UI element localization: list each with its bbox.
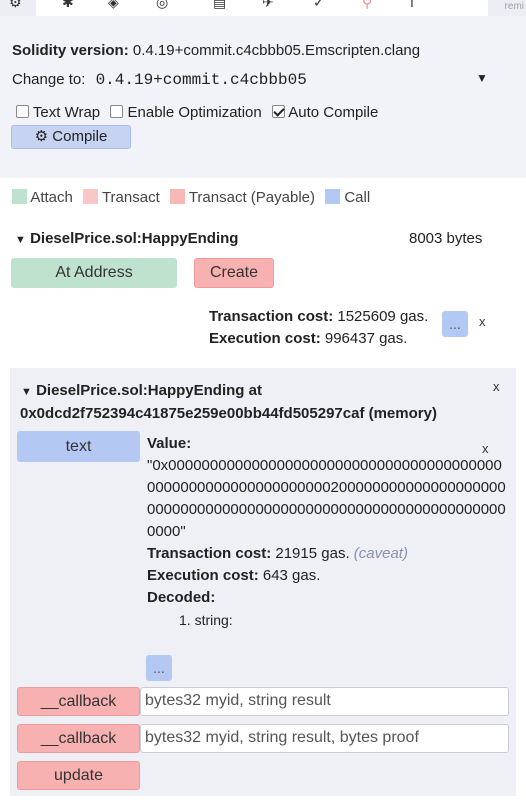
change-to-label: Change to: bbox=[12, 71, 86, 88]
check-tab-icon[interactable]: ✓ bbox=[313, 0, 325, 11]
compile-options-row: Text Wrap Enable Optimization Auto Compi… bbox=[16, 104, 378, 121]
contract-size: 8003 bytes bbox=[409, 230, 483, 247]
value-label: Value: bbox=[147, 435, 192, 452]
solidity-version-value: 0.4.19+commit.c4cbbb05.Emscripten.clang bbox=[132, 42, 421, 59]
contract-name: DieselPrice.sol:HappyEnding bbox=[30, 230, 239, 247]
dropdown-arrow-icon: ▼ bbox=[476, 71, 488, 85]
call-legend: Call bbox=[344, 189, 371, 206]
version-select[interactable]: Change to: 0.4.19+commit.c4cbbb05 ▼ bbox=[12, 71, 492, 93]
caveat-link[interactable]: (caveat) bbox=[354, 545, 408, 562]
transact-legend: Transact bbox=[101, 189, 160, 206]
tx-cost-label: Transaction cost: bbox=[147, 545, 272, 562]
search-tab-icon[interactable]: ⚲ bbox=[362, 0, 372, 11]
cube-tab-icon[interactable]: ◈ bbox=[108, 0, 119, 11]
exec-cost-value: 643 gas. bbox=[262, 567, 321, 584]
compile-button-label: Compile bbox=[52, 128, 108, 145]
auto-compile-label: Auto Compile bbox=[288, 104, 379, 121]
deploy-cost-info: Transaction cost: 1525609 gas. Execution… bbox=[209, 306, 428, 350]
at-address-button[interactable]: At Address bbox=[11, 258, 177, 288]
result-details-button[interactable]: ... bbox=[146, 655, 172, 681]
enable-optimization-checkbox[interactable] bbox=[110, 105, 124, 118]
collapse-triangle-icon: ▼ bbox=[15, 234, 26, 246]
legend-row: Attach Transact Transact (Payable) Call bbox=[12, 189, 370, 206]
create-button[interactable]: Create bbox=[194, 258, 274, 288]
callback-proof-args-input[interactable]: bytes32 myid, string result, bytes proof bbox=[140, 724, 509, 753]
deploy-details-button[interactable]: ... bbox=[442, 311, 468, 337]
remix-label: remi bbox=[504, 1, 524, 12]
transact-payable-swatch bbox=[169, 189, 185, 204]
collapse-triangle-icon: ▼ bbox=[21, 386, 32, 398]
gear-icon: ⚙ bbox=[34, 128, 49, 145]
exec-cost-value: 996437 gas. bbox=[324, 330, 408, 347]
callback-args-input[interactable]: bytes32 myid, string result bbox=[140, 687, 509, 716]
version-select-value: 0.4.19+commit.c4cbbb05 bbox=[95, 71, 307, 89]
exec-cost-label: Execution cost: bbox=[147, 567, 259, 584]
instance-header[interactable]: ▼ DieselPrice.sol:HappyEnding at 0x0dcd2… bbox=[20, 380, 437, 424]
close-icon[interactable]: x bbox=[493, 379, 500, 394]
bug-tab-icon[interactable]: ✱ bbox=[62, 0, 74, 11]
callback-proof-button[interactable]: __callback bbox=[17, 724, 140, 753]
gear-tab-icon[interactable]: ⚙ bbox=[9, 0, 22, 11]
call-result: Value: "0x000000000000000000000000000000… bbox=[147, 433, 509, 631]
analysis-tab-icon[interactable]: ◎ bbox=[156, 0, 168, 11]
tx-cost-label: Transaction cost: bbox=[209, 308, 334, 325]
value-line: 0000" bbox=[147, 523, 186, 540]
document-tab-icon[interactable]: ▤ bbox=[213, 0, 226, 11]
instance-title: DieselPrice.sol:HappyEnding at bbox=[36, 382, 262, 399]
text-wrap-label: Text Wrap bbox=[32, 104, 101, 121]
close-icon[interactable]: x bbox=[479, 314, 486, 329]
decoded-item: 1. string: bbox=[179, 612, 233, 628]
attach-legend: Attach bbox=[30, 189, 73, 206]
call-swatch bbox=[325, 189, 341, 204]
tx-cost-value: 1525609 gas. bbox=[337, 308, 429, 325]
pin-tab-icon[interactable]: ı bbox=[410, 0, 414, 10]
top-tab-bar: ⚙ ✱ ◈ ◎ ▤ ✈ ✓ ⚲ ı remi bbox=[0, 0, 526, 16]
attach-swatch bbox=[12, 189, 27, 204]
text-call-button[interactable]: text bbox=[17, 431, 140, 462]
support-tab-icon[interactable]: ✈ bbox=[262, 0, 274, 11]
value-line: 0000000000000000000000200000000000000000… bbox=[147, 479, 506, 496]
callback-button[interactable]: __callback bbox=[17, 687, 140, 716]
contract-header[interactable]: ▼ DieselPrice.sol:HappyEnding bbox=[15, 230, 238, 247]
exec-cost-label: Execution cost: bbox=[209, 330, 321, 347]
transact-swatch bbox=[83, 189, 99, 204]
solidity-version-row: Solidity version: 0.4.19+commit.c4cbbb05… bbox=[12, 42, 420, 59]
instance-address: 0x0dcd2f752394c41875e259e00bb44fd505297c… bbox=[20, 405, 437, 422]
text-wrap-checkbox[interactable] bbox=[16, 105, 29, 118]
enable-optimization-label: Enable Optimization bbox=[127, 104, 262, 121]
auto-compile-checkbox[interactable] bbox=[271, 105, 285, 118]
compile-button[interactable]: ⚙ Compile bbox=[11, 125, 131, 149]
tx-cost-value: 21915 gas. bbox=[275, 545, 350, 562]
decoded-label: Decoded: bbox=[147, 589, 216, 606]
solidity-version-label: Solidity version: bbox=[12, 42, 129, 59]
value-line: 0000000000000000000000000000000000000000… bbox=[147, 501, 506, 518]
value-line: "0x0000000000000000000000000000000000000… bbox=[147, 457, 502, 474]
update-button[interactable]: update bbox=[17, 761, 140, 790]
transact-payable-legend: Transact (Payable) bbox=[188, 189, 315, 206]
